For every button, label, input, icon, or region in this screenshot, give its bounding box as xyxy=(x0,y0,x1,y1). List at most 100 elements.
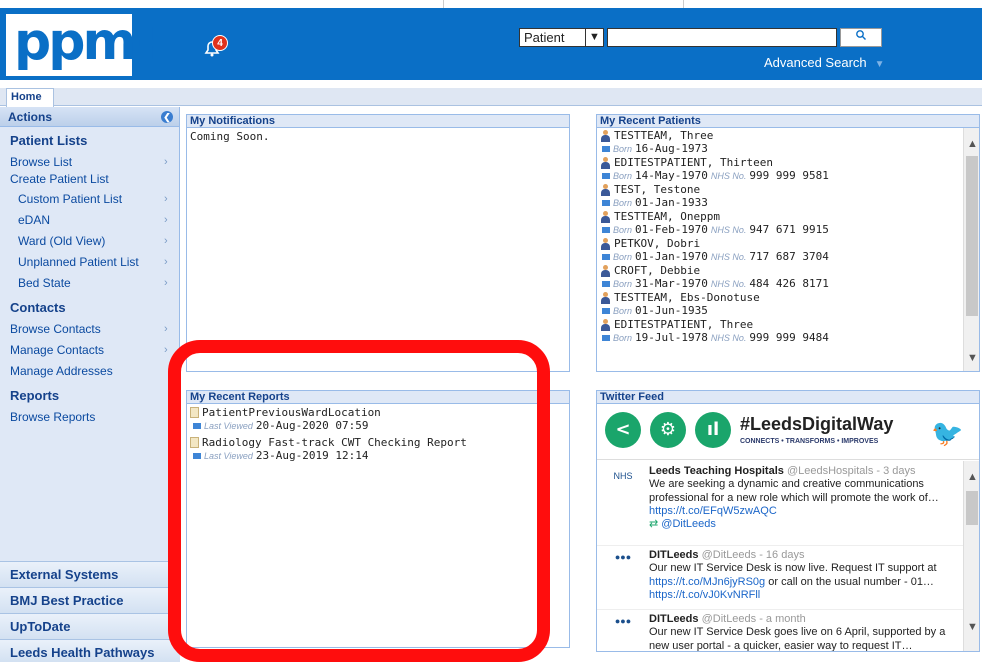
patient-nhs: 484 426 8171 xyxy=(749,277,829,290)
search-input[interactable] xyxy=(607,28,837,47)
chevron-right-icon: › xyxy=(164,344,168,356)
pin-icon xyxy=(602,226,610,233)
patient-dob: 01-Feb-1970 xyxy=(635,223,708,236)
tweet-handle: @LeedsHospitals - 3 days xyxy=(786,465,916,477)
pin-icon xyxy=(602,253,610,260)
tweet-link[interactable]: https://t.co/MJn6jyRS0g xyxy=(649,576,765,588)
logo-text: ppm+ xyxy=(14,12,177,72)
notification-badge[interactable]: 4 xyxy=(212,35,228,51)
collapse-icon[interactable]: ❮ xyxy=(161,111,173,123)
patient-name[interactable]: PETKOV, Dobri xyxy=(614,237,700,250)
patient-name[interactable]: TESTTEAM, Oneppm xyxy=(614,210,720,223)
tweet-handle: @DitLeeds - a month xyxy=(701,613,806,625)
avatar: ●●● xyxy=(614,616,632,626)
sidebar-item-unplanned[interactable]: Unplanned Patient List › xyxy=(0,252,179,273)
scroll-up-icon[interactable]: ▲ xyxy=(967,471,978,483)
sidebar-item-ward[interactable]: Ward (Old View) › xyxy=(0,231,179,252)
sidebar-item-custom-list[interactable]: Custom Patient List › xyxy=(0,189,179,210)
patient-name[interactable]: TESTTEAM, Ebs-Donotuse xyxy=(614,291,760,304)
patients-scrollbar[interactable]: ▲ ▼ xyxy=(963,128,979,371)
external-systems-header[interactable]: External Systems xyxy=(0,561,180,587)
patient-dob: 01-Jun-1935 xyxy=(635,304,708,317)
person-icon xyxy=(600,237,611,250)
banner-tagline: CONNECTS • TRANSFORMS • IMPROVES xyxy=(740,438,879,445)
tweet[interactable]: NHS Leeds Teaching Hospitals @LeedsHospi… xyxy=(597,465,965,530)
scroll-down-icon[interactable]: ▼ xyxy=(967,352,978,364)
patient-row[interactable]: EDITESTPATIENT, Three Born 19-Jul-1978 NHS… xyxy=(600,318,960,344)
patient-nhs: 717 687 3704 xyxy=(749,250,829,263)
advanced-search-link[interactable]: Advanced Search ▼ xyxy=(764,55,885,70)
retweet-icon: ⇄ xyxy=(649,518,662,530)
recent-patients-panel: My Recent Patients TESTTEAM, Three Born 16… xyxy=(596,114,980,372)
patient-row[interactable]: TESTTEAM, Oneppm Born 01-Feb-1970 NHS No. … xyxy=(600,210,960,236)
search-type-select[interactable]: Patient ▼ xyxy=(519,28,604,47)
patient-row[interactable]: TEST, Testone Born 01-Jan-1933 xyxy=(600,183,960,209)
sidebar-item-browse-list[interactable]: Browse List › xyxy=(0,152,179,173)
banner-hashtag: #LeedsDigitalWay xyxy=(740,414,894,434)
tweet-text: Our new IT Service Desk is now live. Req… xyxy=(649,562,937,574)
sidebar-item-create-list[interactable]: Create Patient List xyxy=(0,173,179,189)
app-logo[interactable]: ppm+ xyxy=(6,12,177,76)
tweet[interactable]: ●●● DITLeeds @DitLeeds - 16 days Our new… xyxy=(597,545,965,601)
tab-bar xyxy=(0,88,982,106)
pin-icon xyxy=(602,307,610,314)
person-icon xyxy=(600,129,611,142)
sidebar-item-browse-contacts[interactable]: Browse Contacts › xyxy=(0,319,179,340)
nhs-label: NHS No. xyxy=(710,251,747,262)
tweet[interactable]: ●●● DITLeeds @DitLeeds - a month Our new… xyxy=(597,609,965,652)
patient-name[interactable]: EDITESTPATIENT, Thirteen xyxy=(614,156,773,169)
twitter-scrollbar[interactable]: ▲ ▼ xyxy=(963,461,979,651)
sidebar-item-label: Manage Addresses xyxy=(10,364,113,378)
tweet-author[interactable]: Leeds Teaching Hospitals xyxy=(649,465,784,477)
chevron-right-icon: › xyxy=(164,235,168,247)
sidebar-item-edan[interactable]: eDAN › xyxy=(0,210,179,231)
scroll-up-icon[interactable]: ▲ xyxy=(967,138,978,150)
recent-patients-title: My Recent Patients xyxy=(597,115,979,128)
patient-dob: 01-Jan-1933 xyxy=(635,196,708,209)
chevron-down-icon: ▼ xyxy=(874,59,885,70)
sidebar-item-label: Browse Reports xyxy=(10,410,96,424)
uptodate-link[interactable]: UpToDate xyxy=(0,613,180,639)
tweet-author[interactable]: DITLeeds xyxy=(649,613,699,625)
patient-name[interactable]: TEST, Testone xyxy=(614,183,700,196)
patient-name[interactable]: TESTTEAM, Three xyxy=(614,129,713,142)
sidebar-item-bed-state[interactable]: Bed State › xyxy=(0,273,179,294)
scroll-down-icon[interactable]: ▼ xyxy=(967,621,978,633)
person-icon xyxy=(600,210,611,223)
tweet-text: Our new IT Service Desk goes live on 6 A… xyxy=(649,626,946,652)
patient-row[interactable]: TESTTEAM, Three Born 16-Aug-1973 xyxy=(600,129,960,155)
notifications-body: Coming Soon. xyxy=(190,130,270,143)
chevron-right-icon: › xyxy=(164,256,168,268)
sidebar-item-label: Create Patient List xyxy=(10,172,109,186)
tweet-link[interactable]: https://t.co/vJ0KvNRFll xyxy=(649,589,965,601)
app-header: ppm+ 4 Patient ▼ Advanced Search ▼ xyxy=(0,8,982,80)
actions-header[interactable]: Actions ❮ xyxy=(0,107,179,127)
notifications-title: My Notifications xyxy=(187,115,569,128)
bmj-best-practice-link[interactable]: BMJ Best Practice xyxy=(0,587,180,613)
tweet-link[interactable]: https://t.co/EFqW5zwAQC xyxy=(649,505,965,517)
patient-name[interactable]: EDITESTPATIENT, Three xyxy=(614,318,753,331)
patient-row[interactable]: CROFT, Debbie Born 31-Mar-1970 NHS No. 484… xyxy=(600,264,960,290)
tab-home[interactable]: Home xyxy=(6,88,54,107)
born-label: Born xyxy=(613,224,633,235)
scroll-thumb[interactable] xyxy=(966,156,978,316)
patient-row[interactable]: TESTTEAM, Ebs-Donotuse Born 01-Jun-1935 xyxy=(600,291,960,317)
actions-label: Actions xyxy=(8,110,53,124)
top-strip xyxy=(0,0,982,8)
sidebar-item-manage-addresses[interactable]: Manage Addresses xyxy=(0,361,179,382)
search-button[interactable] xyxy=(840,28,882,47)
sidebar-item-label: Browse Contacts xyxy=(10,322,101,336)
leeds-health-pathways-link[interactable]: Leeds Health Pathways xyxy=(0,639,180,662)
tweet-author[interactable]: DITLeeds xyxy=(649,549,699,561)
retweet-handle[interactable]: @DitLeeds xyxy=(661,518,716,530)
sidebar-item-browse-reports[interactable]: Browse Reports xyxy=(0,407,179,428)
avatar: ●●● xyxy=(614,552,632,562)
born-label: Born xyxy=(613,197,633,208)
patient-row[interactable]: EDITESTPATIENT, Thirteen Born 14-May-1970 … xyxy=(600,156,960,182)
search-icon xyxy=(856,30,866,40)
pin-icon xyxy=(602,199,610,206)
patient-name[interactable]: CROFT, Debbie xyxy=(614,264,700,277)
sidebar-item-manage-contacts[interactable]: Manage Contacts › xyxy=(0,340,179,361)
patient-row[interactable]: PETKOV, Dobri Born 01-Jan-1970 NHS No. 717… xyxy=(600,237,960,263)
scroll-thumb[interactable] xyxy=(966,491,978,525)
